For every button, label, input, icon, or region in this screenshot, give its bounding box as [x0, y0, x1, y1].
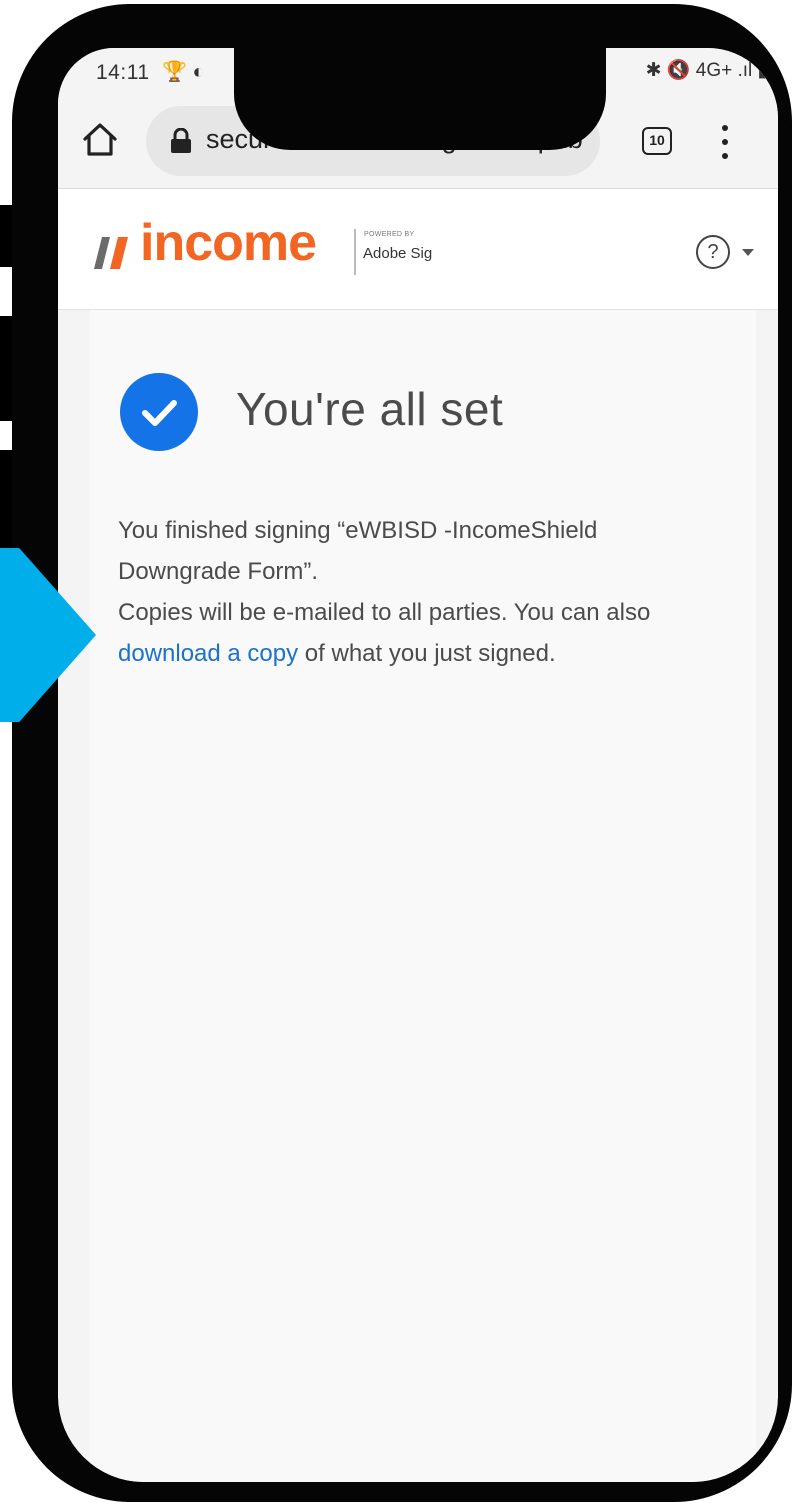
copies-emailed-text: Copies will be e-mailed to all parties. …: [118, 599, 651, 626]
menu-dot-icon: [722, 125, 728, 131]
stage: 14:11 🏆 ◐ ✱ 🔇 4G+ .ıl ▮ secure.eu1.adobe: [0, 0, 798, 1506]
copies-emailed-suffix: of what you just signed.: [298, 640, 556, 667]
phone-screen: 14:11 🏆 ◐ ✱ 🔇 4G+ .ıl ▮ secure.eu1.adobe: [58, 48, 778, 1482]
confirmation-panel: You're all set You finished signing “eWB…: [90, 310, 756, 1482]
chevron-down-icon[interactable]: [742, 249, 754, 256]
home-icon: [83, 123, 117, 156]
status-system-icons: ✱ 🔇 4G+ .ıl ▮: [645, 60, 768, 81]
page-title: You're all set: [236, 383, 504, 435]
confirmation-message: You finished signing “eWBISD -IncomeShie…: [118, 510, 678, 674]
phone-notch: [234, 48, 606, 150]
logo-divider: [354, 229, 356, 275]
lock-icon: [171, 128, 191, 153]
signed-document-text: You finished signing “eWBISD -IncomeShie…: [118, 517, 598, 585]
menu-dot-icon: [722, 153, 728, 159]
menu-dot-icon: [722, 139, 728, 145]
site-header: income POWERED BY Adobe Sig ?: [58, 189, 778, 310]
help-icon[interactable]: ?: [696, 235, 730, 269]
home-button[interactable]: [78, 118, 122, 162]
browser-menu-button[interactable]: [710, 122, 740, 162]
checkmark-icon: [120, 373, 198, 451]
phone-frame: 14:11 🏆 ◐ ✱ 🔇 4G+ .ıl ▮ secure.eu1.adobe: [12, 4, 792, 1502]
download-copy-link[interactable]: download a copy: [118, 640, 298, 667]
brand-logo-text: income: [140, 214, 317, 272]
status-time: 14:11: [96, 61, 150, 84]
powered-by-label: POWERED BY: [364, 231, 415, 238]
adobe-sign-label: Adobe Sig: [363, 245, 433, 262]
status-notification-icons: 🏆 ◐: [162, 61, 205, 83]
tab-switcher-button[interactable]: 10: [642, 127, 672, 155]
income-logo-icon: [94, 237, 128, 269]
